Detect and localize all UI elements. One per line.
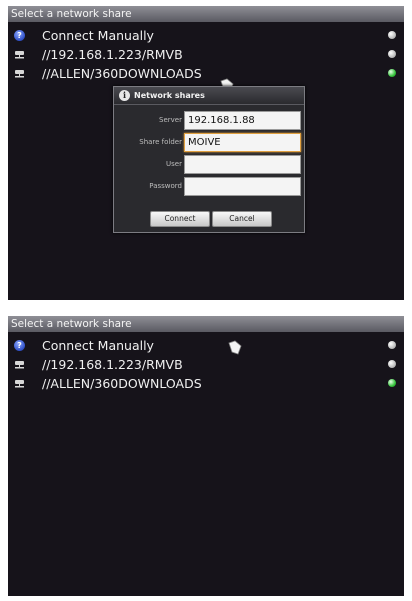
user-label: User — [166, 160, 182, 168]
list-item-label: //ALLEN/360DOWNLOADS — [42, 66, 202, 81]
list-item-share[interactable]: //ALLEN/360DOWNLOADS — [8, 374, 404, 393]
share-folder-label: Share folder — [139, 138, 182, 146]
info-icon: i — [119, 90, 130, 101]
screen-title: Select a network share — [8, 6, 404, 22]
password-field-row: Password — [114, 177, 304, 196]
password-label: Password — [149, 182, 182, 190]
mouse-cursor-icon — [228, 340, 242, 355]
status-indicator-icon — [388, 31, 396, 39]
screen-list-only: Select a network share ? Connect Manuall… — [8, 316, 404, 596]
screen-title: Select a network share — [8, 316, 404, 332]
network-drive-icon — [15, 361, 24, 369]
network-drive-icon — [15, 380, 24, 388]
list-item-label: //ALLEN/360DOWNLOADS — [42, 376, 202, 391]
network-share-list: ? Connect Manually //192.168.1.223/RMVB … — [8, 336, 404, 393]
screen-with-dialog: Select a network share ? Connect Manuall… — [8, 6, 404, 300]
status-indicator-icon — [388, 50, 396, 58]
share-folder-input[interactable]: MOIVE — [184, 133, 301, 152]
question-icon: ? — [14, 30, 25, 41]
server-field-row: Server 192.168.1.88 — [114, 111, 304, 130]
status-indicator-icon — [388, 341, 396, 349]
status-indicator-icon — [388, 360, 396, 368]
list-item-connect-manually[interactable]: ? Connect Manually — [8, 26, 404, 45]
user-input[interactable] — [184, 155, 301, 174]
user-field-row: User — [114, 155, 304, 174]
connect-button[interactable]: Connect — [150, 211, 210, 227]
list-item-label: Connect Manually — [42, 338, 154, 353]
share-folder-field-row: Share folder MOIVE — [114, 133, 304, 152]
list-item-share[interactable]: //192.168.1.223/RMVB — [8, 45, 404, 64]
list-item-share[interactable]: //ALLEN/360DOWNLOADS — [8, 64, 404, 83]
dialog-title: Network shares — [134, 91, 205, 100]
list-item-share[interactable]: //192.168.1.223/RMVB — [8, 355, 404, 374]
list-item-label: //192.168.1.223/RMVB — [42, 47, 183, 62]
cancel-button[interactable]: Cancel — [212, 211, 272, 227]
server-label: Server — [159, 116, 182, 124]
server-input[interactable]: 192.168.1.88 — [184, 111, 301, 130]
password-input[interactable] — [184, 177, 301, 196]
status-indicator-icon — [388, 69, 396, 77]
list-item-label: Connect Manually — [42, 28, 154, 43]
network-drive-icon — [15, 70, 24, 78]
network-share-list: ? Connect Manually //192.168.1.223/RMVB … — [8, 26, 404, 83]
dialog-header: i Network shares — [114, 87, 304, 105]
network-shares-dialog: i Network shares Server 192.168.1.88 Sha… — [113, 86, 305, 233]
list-item-connect-manually[interactable]: ? Connect Manually — [8, 336, 404, 355]
status-indicator-icon — [388, 379, 396, 387]
question-icon: ? — [14, 340, 25, 351]
network-drive-icon — [15, 51, 24, 59]
list-item-label: //192.168.1.223/RMVB — [42, 357, 183, 372]
